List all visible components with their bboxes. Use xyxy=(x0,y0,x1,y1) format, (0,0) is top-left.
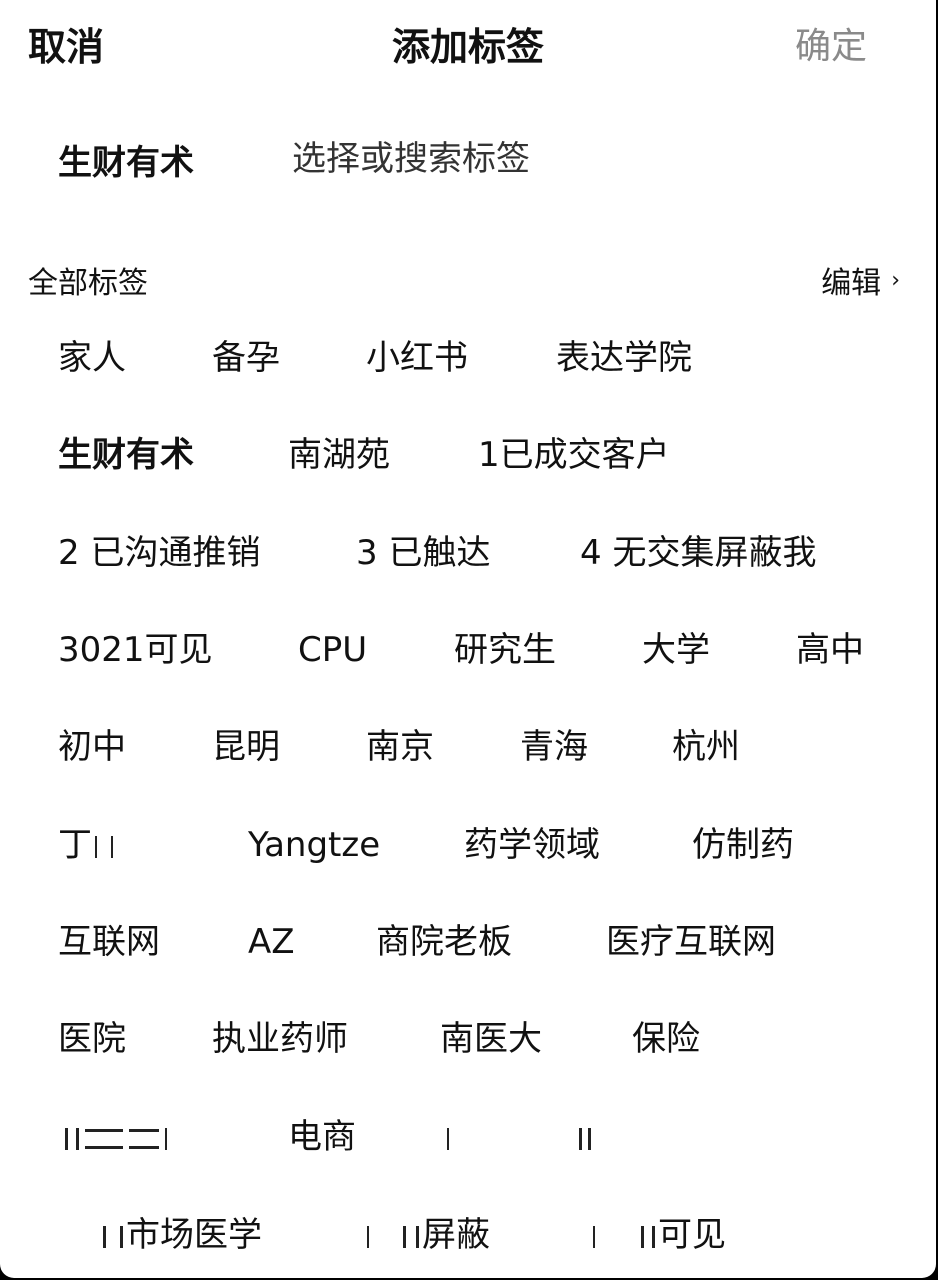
tag-chip-label: 丁 xyxy=(58,825,92,865)
redaction-mark xyxy=(85,1128,123,1149)
tag-chip-redacted[interactable] xyxy=(62,1113,200,1161)
tag-chip[interactable]: 小红书 xyxy=(366,334,468,382)
redaction-mark xyxy=(111,835,121,858)
tag-chip[interactable]: 1已成交客户 xyxy=(478,431,670,479)
redaction-mark xyxy=(403,1225,419,1248)
edit-label: 编辑 xyxy=(821,266,882,301)
tag-chip[interactable]: 高中 xyxy=(796,626,864,674)
redaction-mark xyxy=(367,1225,397,1248)
tag-chip[interactable]: 昆明 xyxy=(212,723,280,771)
add-tag-sheet: 取消 添加标签 确定 生财有术 全部标签 编辑 › 家人 备孕 小红书 表达学院… xyxy=(0,0,936,1278)
redaction-mark xyxy=(447,1127,573,1150)
tag-chip[interactable]: 保险 xyxy=(632,1015,700,1063)
tag-chip[interactable]: CPU xyxy=(298,626,367,674)
tag-chip[interactable]: 南医大 xyxy=(440,1015,542,1063)
redaction-mark xyxy=(593,1225,635,1248)
tag-chip[interactable]: 药学领域 xyxy=(464,821,600,869)
tag-chip-selected[interactable]: 生财有术 xyxy=(58,431,194,479)
tag-chip-redacted[interactable]: 丁 xyxy=(58,821,124,869)
tag-chip[interactable]: 家人 xyxy=(58,334,126,382)
redaction-mark xyxy=(103,1225,123,1248)
nav-bar: 取消 添加标签 确定 xyxy=(0,0,936,84)
tag-chip-redacted[interactable] xyxy=(444,1113,594,1161)
redaction-mark xyxy=(165,1127,197,1150)
tag-chip[interactable]: 大学 xyxy=(642,626,710,674)
all-tags-header: 全部标签 编辑 › xyxy=(28,256,900,301)
tag-chip[interactable]: 电商 xyxy=(288,1113,356,1161)
tag-chip[interactable]: 南湖苑 xyxy=(288,431,390,479)
tag-chip[interactable]: 表达学院 xyxy=(556,334,692,382)
tag-chip-label: 市场医学 xyxy=(126,1215,262,1255)
redaction-mark xyxy=(579,1127,591,1150)
redaction-mark xyxy=(641,1225,655,1248)
tag-chip-redacted[interactable]: 可见 xyxy=(590,1211,726,1259)
edit-tags-link[interactable]: 编辑 › xyxy=(821,258,900,302)
tag-chip[interactable]: 仿制药 xyxy=(692,821,794,869)
tag-chip-redacted[interactable]: 屏蔽 xyxy=(364,1211,490,1259)
tag-input-row: 生财有术 xyxy=(58,134,852,184)
tag-chip[interactable]: 医院 xyxy=(58,1015,126,1063)
tag-chip[interactable]: 杭州 xyxy=(672,723,740,771)
tag-chip[interactable]: 商院老板 xyxy=(376,918,512,966)
tag-chip-redacted[interactable]: 市场医学 xyxy=(100,1211,262,1259)
tag-chip[interactable]: AZ xyxy=(248,918,295,966)
tag-chip[interactable]: 3021可见 xyxy=(58,626,213,674)
tag-chip[interactable]: 医疗互联网 xyxy=(606,918,776,966)
tag-chip[interactable]: 青海 xyxy=(520,723,588,771)
all-tags-title: 全部标签 xyxy=(28,266,148,301)
selected-tag-chip[interactable]: 生财有术 xyxy=(58,135,194,184)
tag-chip-label: 屏蔽 xyxy=(422,1215,490,1255)
redaction-mark xyxy=(129,1128,159,1149)
tag-chip[interactable]: 互联网 xyxy=(58,918,160,966)
confirm-button[interactable]: 确定 xyxy=(795,17,867,69)
tag-chip[interactable]: 2 已沟通推销 xyxy=(58,529,260,577)
tag-search-input[interactable] xyxy=(292,139,852,179)
chevron-right-icon: › xyxy=(891,267,900,293)
tag-chip[interactable]: 4 无交集屏蔽我 xyxy=(580,529,816,577)
redaction-mark xyxy=(65,1127,79,1150)
tag-chip[interactable]: 执业药师 xyxy=(212,1015,348,1063)
tag-chip[interactable]: 南京 xyxy=(366,723,434,771)
tag-chip-label: 可见 xyxy=(658,1215,726,1255)
tag-chip[interactable]: 初中 xyxy=(58,723,126,771)
tag-chip[interactable]: 备孕 xyxy=(212,334,280,382)
redaction-mark xyxy=(95,835,105,858)
tag-chip[interactable]: Yangtze xyxy=(248,821,380,869)
tag-chip[interactable]: 研究生 xyxy=(454,626,556,674)
tag-chip[interactable]: 3 已触达 xyxy=(356,529,490,577)
